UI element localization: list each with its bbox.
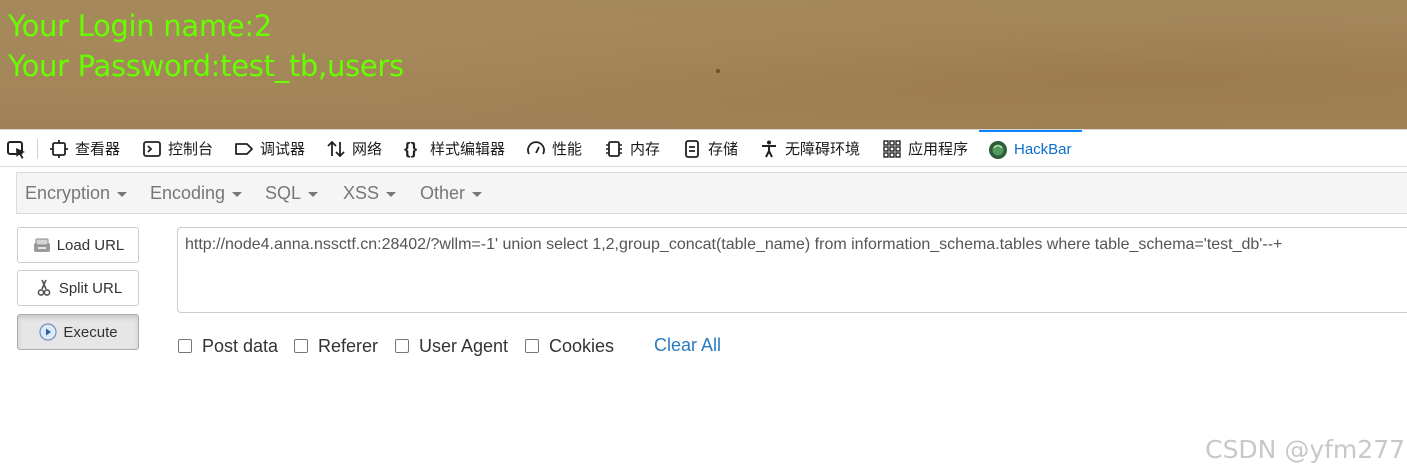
- tab-performance[interactable]: 性能: [526, 130, 582, 167]
- checkbox-box[interactable]: [178, 339, 192, 353]
- accessibility-icon: [762, 140, 776, 157]
- chevron-down-icon: [308, 191, 319, 197]
- tab-label: 样式编辑器: [430, 141, 506, 158]
- split-url-button[interactable]: Split URL: [17, 270, 139, 306]
- chevron-down-icon: [472, 191, 483, 197]
- performance-icon: [527, 140, 545, 154]
- menu-label: Encryption: [25, 182, 111, 203]
- menu-label: Encoding: [150, 182, 226, 203]
- chevron-down-icon: [232, 191, 243, 197]
- tab-style-editor[interactable]: {} 样式编辑器: [404, 130, 505, 167]
- style-editor-icon: {}: [404, 138, 418, 158]
- tab-network[interactable]: 网络: [326, 130, 382, 167]
- storage-icon: [685, 139, 699, 158]
- play-icon: [39, 323, 57, 341]
- tab-accessibility[interactable]: 无障碍环境: [759, 130, 860, 167]
- hackbar-menubar: Encryption Encoding SQL XSS Other: [16, 172, 1407, 214]
- memory-icon: [606, 140, 622, 157]
- user-agent-checkbox[interactable]: User Agent: [395, 336, 508, 356]
- checkbox-box[interactable]: [294, 339, 308, 353]
- debugger-icon: [235, 142, 253, 155]
- menu-label: XSS: [343, 182, 380, 203]
- cookies-checkbox[interactable]: Cookies: [525, 336, 614, 356]
- tab-inspector[interactable]: 查看器: [49, 130, 120, 167]
- background-speck: [716, 69, 720, 73]
- menu-label: Other: [420, 182, 466, 203]
- execute-button[interactable]: Execute: [17, 314, 139, 350]
- execute-label: Execute: [63, 323, 118, 341]
- tab-label: 网络: [352, 141, 383, 158]
- checkbox-label: Cookies: [549, 335, 615, 356]
- page-banner: Your Login name:2 Your Password:test_tb,…: [0, 0, 1407, 129]
- chevron-down-icon: [386, 191, 397, 197]
- tab-application[interactable]: 应用程序: [882, 130, 968, 167]
- clear-all-link[interactable]: Clear All: [654, 335, 721, 356]
- console-icon: [143, 140, 161, 157]
- checkbox-label: Referer: [318, 335, 379, 356]
- checkbox-label: User Agent: [419, 335, 509, 356]
- toolbar-separator: [37, 139, 38, 159]
- application-icon: [883, 139, 901, 158]
- tab-console[interactable]: 控制台: [142, 130, 213, 167]
- load-icon: [33, 238, 50, 252]
- checkbox-box[interactable]: [395, 339, 409, 353]
- tab-memory[interactable]: 内存: [604, 130, 660, 167]
- split-url-label: Split URL: [58, 279, 123, 297]
- devtools-toolbar: 查看器 控制台 调试器 网络 {} 样式编辑器 性能 内存 存储 无障碍环境 应…: [0, 129, 1407, 167]
- hackbar-icon: [989, 140, 1007, 159]
- password-text: Your Password:test_tb,users: [8, 49, 404, 83]
- load-url-label: Load URL: [56, 236, 125, 254]
- checkbox-box[interactable]: [525, 339, 539, 353]
- tab-label: 存储: [708, 141, 739, 158]
- tab-label: 控制台: [168, 141, 214, 158]
- element-picker-icon[interactable]: [6, 139, 28, 161]
- tab-hackbar[interactable]: HackBar: [979, 130, 1082, 167]
- menu-xss[interactable]: XSS: [343, 173, 397, 213]
- tab-label: 内存: [630, 141, 661, 158]
- chevron-down-icon: [117, 191, 128, 197]
- menu-encoding[interactable]: Encoding: [150, 173, 243, 213]
- tab-storage[interactable]: 存储: [682, 130, 738, 167]
- inspector-icon: [50, 139, 68, 158]
- menu-other[interactable]: Other: [420, 173, 483, 213]
- tab-label: 调试器: [260, 141, 306, 158]
- tab-label: 查看器: [75, 141, 121, 158]
- network-icon: [327, 140, 345, 157]
- csdn-watermark: CSDN @yfm277: [1205, 435, 1405, 464]
- tab-label: 无障碍环境: [785, 141, 861, 158]
- scissors-icon: [37, 279, 51, 296]
- url-textarea[interactable]: http://node4.anna.nssctf.cn:28402/?wllm=…: [177, 227, 1407, 313]
- tab-label: 性能: [552, 141, 583, 158]
- tab-label: 应用程序: [908, 141, 969, 158]
- menu-encryption[interactable]: Encryption: [25, 173, 128, 213]
- menu-label: SQL: [265, 182, 302, 203]
- referer-checkbox[interactable]: Referer: [294, 336, 378, 356]
- load-url-button[interactable]: Load URL: [17, 227, 139, 263]
- checkbox-label: Post data: [202, 335, 279, 356]
- post-data-checkbox[interactable]: Post data: [178, 336, 278, 356]
- tab-debugger[interactable]: 调试器: [234, 130, 305, 167]
- menu-sql[interactable]: SQL: [265, 173, 319, 213]
- tab-label: HackBar: [1014, 141, 1072, 158]
- login-name-text: Your Login name:2: [8, 9, 272, 43]
